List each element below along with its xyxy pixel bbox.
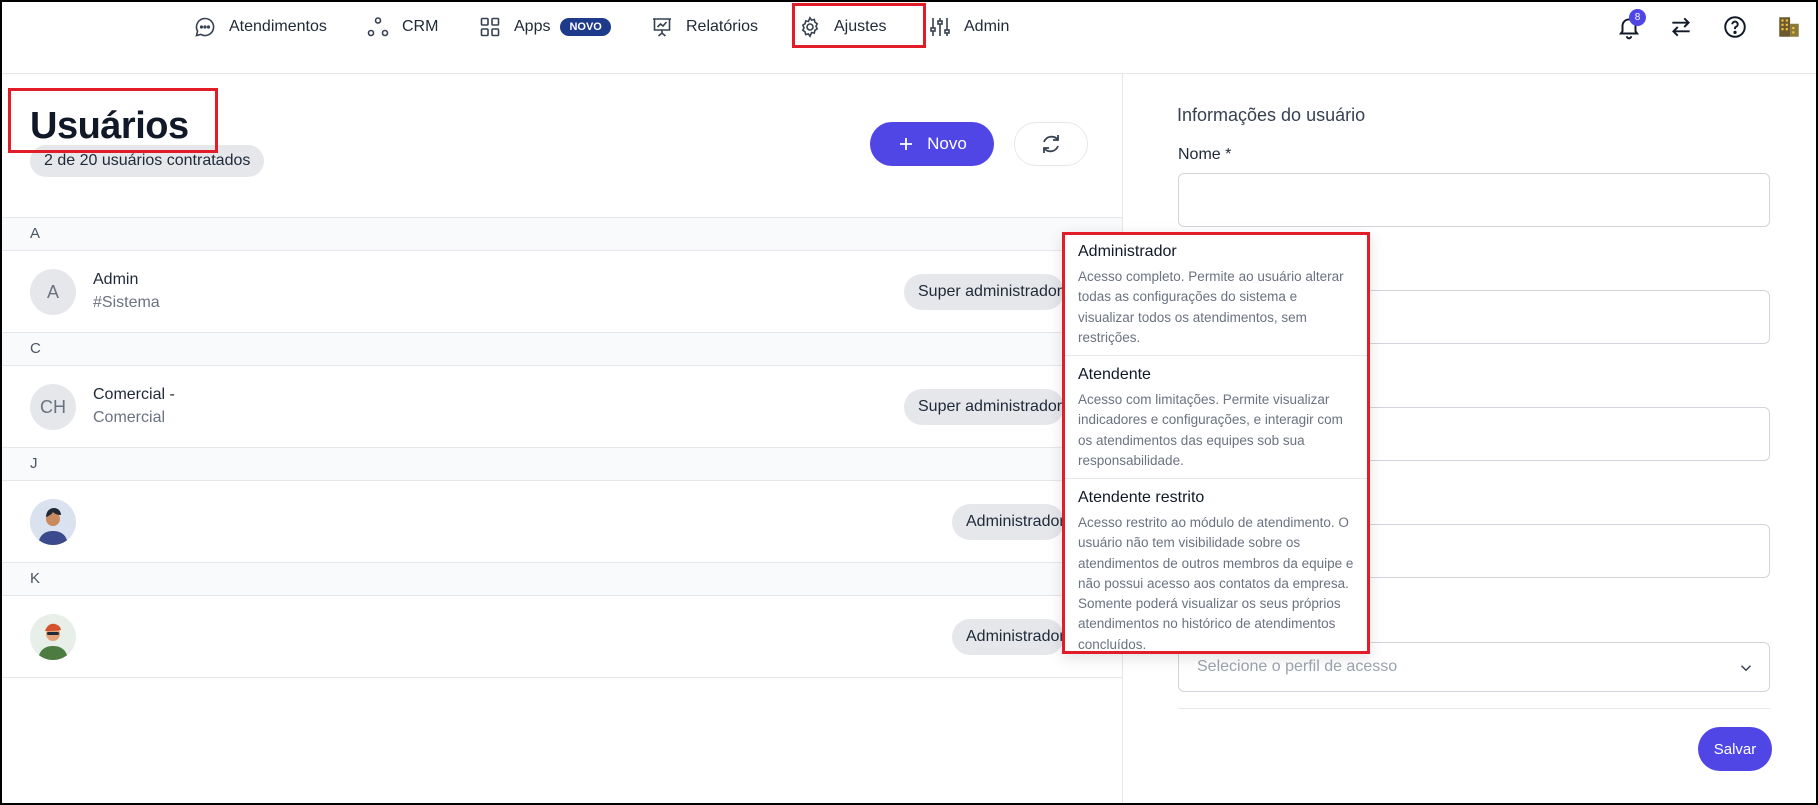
refresh-button[interactable]: [1014, 122, 1088, 166]
role-badge: Super administrador: [904, 274, 1064, 310]
refresh-icon: [1043, 135, 1059, 153]
nav-item-admin[interactable]: Admin: [928, 12, 1009, 42]
role-badge: Administrador: [952, 619, 1064, 655]
switch-account-button[interactable]: [1666, 12, 1696, 42]
highlight-box-title: [8, 88, 218, 153]
nav-item-relatorios[interactable]: Relatórios: [650, 12, 758, 42]
user-sub: #Sistema: [93, 294, 160, 311]
form-divider: [1178, 708, 1770, 709]
grid-icon: [480, 17, 500, 37]
sliders-icon: [930, 18, 950, 36]
new-user-label: Novo: [927, 134, 967, 153]
user-name: Comercial -: [93, 386, 175, 403]
user-row-comercial[interactable]: CH Comercial - Comercial Super administr…: [0, 366, 1122, 448]
user-row-admin[interactable]: A Admin #Sistema Super administrador: [0, 251, 1122, 333]
highlight-box-ajustes: [792, 3, 926, 48]
role-badge: Administrador: [952, 504, 1064, 540]
nav-label-admin: Admin: [964, 18, 1010, 35]
save-button[interactable]: Salvar: [1698, 727, 1772, 771]
help-button[interactable]: [1720, 12, 1750, 42]
avatar: CH: [30, 384, 76, 430]
avatar: [30, 614, 76, 660]
chat-bubble-icon: [195, 17, 215, 37]
user-sub: Comercial: [93, 409, 166, 426]
nodes-icon: [367, 17, 389, 37]
user-row-k[interactable]: Administrador: [0, 596, 1122, 678]
new-badge: NOVO: [560, 18, 611, 36]
user-name: Admin: [93, 271, 139, 288]
nav-label-atendimentos: Atendimentos: [229, 18, 327, 35]
building-icon: [1779, 17, 1799, 37]
highlight-box-dropdown: [1062, 232, 1370, 654]
notifications-button[interactable]: 8: [1614, 9, 1646, 42]
user-row-j[interactable]: Administrador: [0, 481, 1122, 563]
person-avatar-icon: [30, 614, 76, 660]
section-header-c: C: [0, 332, 1122, 366]
form-title: Informações do usuário: [1177, 105, 1366, 125]
swap-arrows-icon: [1672, 17, 1690, 37]
presentation-chart-icon: [653, 18, 671, 37]
chevron-down-icon: [1740, 665, 1752, 672]
name-input[interactable]: [1178, 173, 1770, 227]
access-profile-placeholder: Selecione o perfil de acesso: [1197, 658, 1398, 675]
nav-label-relatorios: Relatórios: [686, 18, 759, 35]
notification-count-badge: 8: [1629, 9, 1646, 26]
nav-item-atendimentos[interactable]: Atendimentos: [193, 12, 327, 42]
section-header-j: J: [0, 447, 1122, 481]
name-label: Nome *: [1178, 146, 1232, 163]
nav-item-apps[interactable]: Apps NOVO: [478, 12, 611, 42]
nav-label-crm: CRM: [402, 18, 439, 35]
section-header-a: A: [0, 217, 1122, 251]
section-header-k: K: [0, 562, 1122, 596]
company-button[interactable]: [1774, 12, 1804, 42]
new-user-button[interactable]: Novo: [870, 122, 994, 166]
help-icon: [1724, 16, 1746, 38]
person-avatar-icon: [30, 499, 76, 545]
list-bottom-divider: [0, 677, 1122, 678]
role-badge: Super administrador: [904, 389, 1064, 425]
nav-item-crm[interactable]: CRM: [366, 12, 438, 42]
avatar: A: [30, 269, 76, 315]
plus-icon: [900, 138, 913, 150]
nav-label-apps: Apps: [514, 18, 551, 35]
avatar: [30, 499, 76, 545]
